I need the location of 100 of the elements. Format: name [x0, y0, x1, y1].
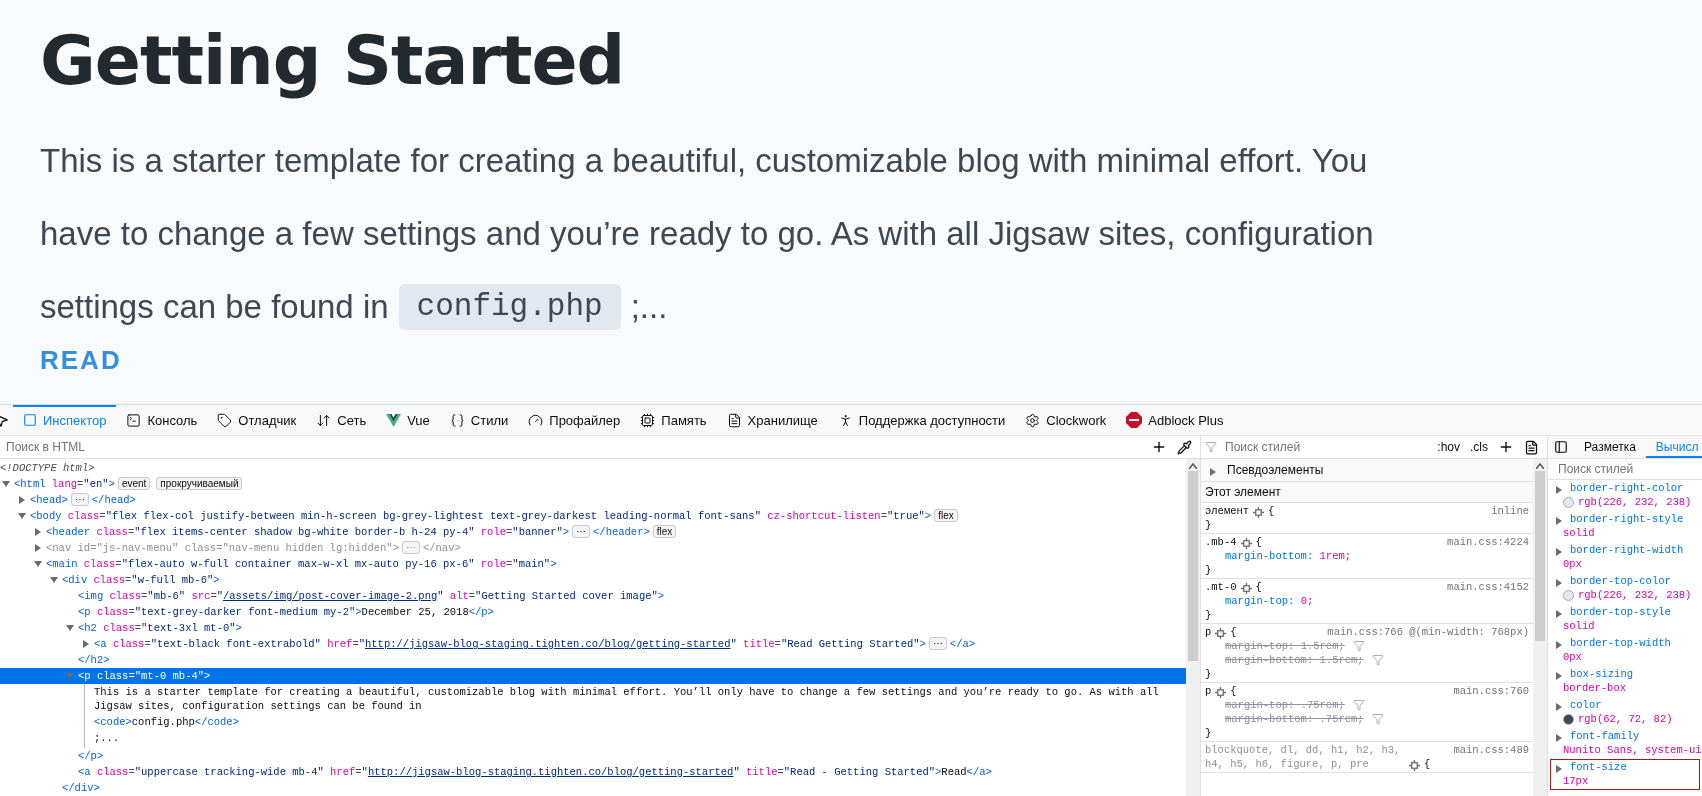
- node-badge[interactable]: ⋯: [572, 525, 591, 538]
- dom-node-row[interactable]: <p class="mt-0 mb-4">: [0, 668, 1186, 684]
- computed-property[interactable]: border-right-width 0px: [1550, 542, 1700, 573]
- dom-node-row[interactable]: <html lang="en"> event прокручиваемый: [0, 476, 1186, 492]
- twisty-icon[interactable]: [18, 512, 26, 520]
- dom-node-row[interactable]: <a class="uppercase tracking-wide mb-4" href="http://jigsaw-blog-staging.tighten.co/blog/getting-started" title="Read - Getting Started">Read</a>: [0, 764, 1186, 780]
- hover-state-button[interactable]: :hov: [1435, 440, 1462, 454]
- dom-node-row[interactable]: <code>config.php</code>: [0, 714, 1186, 730]
- scroll-up-icon[interactable]: [1189, 463, 1197, 469]
- devtools-tab[interactable]: Clockwork: [1015, 405, 1117, 435]
- dom-node-row[interactable]: <header class="flex items-center shadow bg-white border-b h-24 py-4" role="banner"> ⋯ </header> flex: [0, 524, 1186, 540]
- style-filter-field[interactable]: Поиск стилей: [1223, 439, 1430, 455]
- crosshair-icon[interactable]: [1409, 760, 1420, 771]
- dom-node-row[interactable]: <main class="flex-auto w-full container max-w-xl mx-auto py-16 px-6" role="main">: [0, 556, 1186, 572]
- rule-source-link[interactable]: inline: [1491, 504, 1529, 518]
- closing-tag-row[interactable]: </div>: [0, 780, 1186, 796]
- twisty-icon[interactable]: [2, 480, 10, 488]
- dom-node-row[interactable]: <div class="w-full mb-6">: [0, 572, 1186, 588]
- node-badge[interactable]: flex: [652, 525, 677, 538]
- scrollbar[interactable]: [1533, 459, 1547, 796]
- rule-source-link[interactable]: main.css:760: [1453, 684, 1529, 698]
- scroll-up-icon[interactable]: [1536, 463, 1544, 469]
- text-node-row[interactable]: ;...: [0, 730, 1186, 748]
- computed-property[interactable]: border-top-style solid: [1550, 604, 1700, 635]
- sidebar-tab[interactable]: Разметка: [1574, 436, 1646, 458]
- closing-tag-row[interactable]: </h2>: [0, 652, 1186, 668]
- doctype-row[interactable]: <!DOCTYPE html>: [0, 460, 1186, 476]
- expand-icon[interactable]: [1555, 548, 1563, 556]
- scrollbar[interactable]: [1186, 459, 1200, 796]
- rule-source-link[interactable]: main.css:4224: [1447, 535, 1529, 549]
- devtools-tab[interactable]: Adblock Plus: [1116, 405, 1234, 435]
- devtools-tab[interactable]: Хранилище: [716, 405, 828, 435]
- computed-property[interactable]: font-family Nunito Sans, system-ui: [1550, 728, 1700, 759]
- devtools-tab[interactable]: Консоль: [116, 405, 208, 435]
- devtools-tab[interactable]: Поддержка доступности: [827, 405, 1016, 435]
- twisty-icon[interactable]: [34, 544, 42, 552]
- twisty-icon[interactable]: [34, 528, 42, 536]
- dom-node-row[interactable]: <p class="text-grey-darker font-medium my-2">December 25, 2018</p>: [0, 604, 1186, 620]
- computed-property[interactable]: box-sizing border-box: [1550, 666, 1700, 697]
- paragraph-line: settings can be found in: [40, 287, 389, 328]
- expand-icon[interactable]: [1555, 610, 1563, 618]
- dom-node-row[interactable]: <h2 class="text-3xl mt-0">: [0, 620, 1186, 636]
- class-toggle-button[interactable]: .cls: [1468, 440, 1490, 454]
- computed-property[interactable]: font-size 17px: [1550, 759, 1700, 790]
- twisty-icon[interactable]: [50, 576, 58, 584]
- computed-property[interactable]: border-top-color rgb(226, 232, 238): [1550, 573, 1700, 604]
- property-value: rgb(62, 72, 82): [1578, 712, 1673, 726]
- devtools-tab[interactable]: Сеть: [306, 405, 377, 435]
- crosshair-icon[interactable]: [1240, 583, 1252, 594]
- expand-icon[interactable]: [1555, 703, 1563, 711]
- dom-node-row[interactable]: <img class="mb-6" src="/assets/img/post-cover-image-2.png" alt="Getting Started cover image">: [0, 588, 1186, 604]
- sidebar-tab[interactable]: Вычисл: [1645, 436, 1702, 458]
- computed-filter-field[interactable]: Поиск стилей: [1556, 461, 1702, 477]
- css-declaration[interactable]: margin-bottom: 1rem;: [1225, 549, 1352, 563]
- computed-property[interactable]: border-right-color rgb(226, 232, 238): [1550, 480, 1700, 511]
- expand-icon[interactable]: [1555, 641, 1563, 649]
- rule-source-link[interactable]: main.css:766 @(min-width: 768px): [1327, 625, 1529, 639]
- html-search-field[interactable]: Поиск в HTML: [4, 439, 1143, 455]
- twisty-icon[interactable]: [18, 496, 26, 504]
- computed-property[interactable]: border-top-width 0px: [1550, 635, 1700, 666]
- crosshair-icon[interactable]: [1253, 507, 1265, 518]
- property-value: 0px: [1563, 557, 1582, 571]
- page-heading: Getting Started: [40, 22, 626, 101]
- expand-icon[interactable]: [1555, 765, 1563, 773]
- devtools-tab[interactable]: Стили: [439, 405, 519, 435]
- crosshair-icon[interactable]: [1215, 628, 1227, 639]
- computed-property[interactable]: border-right-style solid: [1550, 511, 1700, 542]
- devtools-tab[interactable]: Vue: [376, 405, 440, 435]
- dom-node-row[interactable]: <body class="flex flex-col justify-between min-h-screen bg-grey-lightest text-grey-darkest leading-normal font-sans" cz-shortcut-listen="true"> flex: [0, 508, 1186, 524]
- expand-icon[interactable]: [1555, 672, 1563, 680]
- devtools-tab[interactable]: Инспектор: [13, 405, 117, 435]
- expand-icon[interactable]: [1555, 517, 1563, 525]
- crosshair-icon[interactable]: [1240, 538, 1252, 549]
- rule-source-link[interactable]: main.css:4152: [1447, 580, 1529, 594]
- devtools-tab[interactable]: Отладчик: [207, 405, 307, 435]
- css-declaration[interactable]: margin-top: 0;: [1225, 594, 1314, 608]
- node-badge[interactable]: прокручиваемый: [156, 477, 243, 490]
- node-badge[interactable]: flex: [934, 509, 958, 522]
- dom-node-row[interactable]: <a class="text-black font-extrabold" href="http://jigsaw-blog-staging.tighten.co/blog/getting-started" title="Read Getting Started"> ⋯ </a>: [0, 636, 1186, 652]
- rule-source-link[interactable]: main.css:489: [1453, 743, 1529, 757]
- computed-property[interactable]: color rgb(62, 72, 82): [1550, 697, 1700, 728]
- closing-tag-row[interactable]: </p>: [0, 748, 1186, 764]
- twisty-icon[interactable]: [66, 624, 74, 632]
- eyedropper-button[interactable]: [1175, 439, 1194, 455]
- node-badge[interactable]: ⋯: [928, 637, 947, 650]
- node-badge[interactable]: ⋯: [70, 493, 89, 506]
- twisty-icon[interactable]: [1209, 468, 1217, 476]
- devtools-tab[interactable]: Память: [630, 405, 717, 435]
- expand-icon[interactable]: [1555, 486, 1563, 494]
- brace: }: [1205, 564, 1212, 576]
- brace: {: [1268, 504, 1275, 518]
- dom-node-row[interactable]: <head> ⋯ </head>: [0, 492, 1186, 508]
- expand-icon[interactable]: [1555, 579, 1563, 587]
- twisty-icon[interactable]: [82, 640, 90, 648]
- crosshair-icon[interactable]: [1215, 687, 1227, 698]
- expand-icon[interactable]: [1555, 734, 1563, 742]
- twisty-icon[interactable]: [34, 560, 42, 568]
- devtools-tab[interactable]: Профайлер: [518, 405, 631, 435]
- node-badge[interactable]: event: [117, 477, 151, 490]
- pseudo-elements-header[interactable]: Псевдоэлементы: [1201, 459, 1533, 482]
